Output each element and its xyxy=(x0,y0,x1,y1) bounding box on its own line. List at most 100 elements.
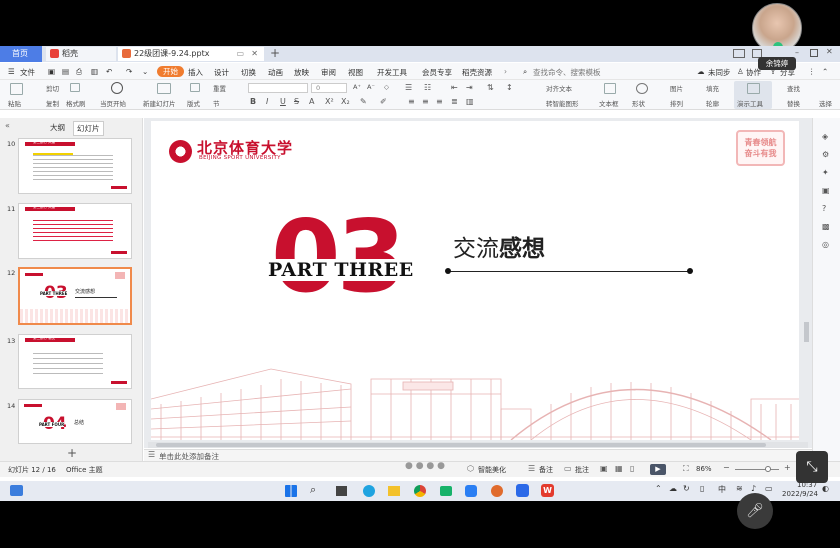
clear-format-icon[interactable]: ◇ xyxy=(384,83,389,91)
search-taskbar-icon[interactable]: ⌕ xyxy=(310,483,316,497)
format-painter-icon[interactable] xyxy=(70,83,80,92)
smartart-button[interactable]: 转智能图形 xyxy=(546,98,579,108)
superscript-icon[interactable]: X² xyxy=(325,97,334,106)
add-slide-button[interactable]: + xyxy=(67,446,77,460)
slide-thumbnail-13[interactable]: 第二部分·感受 xyxy=(18,334,132,389)
comments-button[interactable]: 批注 xyxy=(575,465,589,475)
menu-start[interactable]: 开始 xyxy=(157,66,184,77)
clock-date[interactable]: 2022/9/24 xyxy=(782,490,818,498)
menu-insert[interactable]: 插入 xyxy=(188,67,203,78)
play-slideshow-button[interactable]: ▶ xyxy=(650,464,666,475)
undo-icon[interactable]: ↶ xyxy=(106,67,112,76)
image-button[interactable]: 图片 xyxy=(670,83,683,93)
preview-icon[interactable]: ▥ xyxy=(91,67,98,76)
columns-icon[interactable]: ▥ xyxy=(466,97,474,106)
increase-indent-icon[interactable]: ⇥ xyxy=(466,83,473,92)
format-painter-button[interactable]: 格式刷 xyxy=(66,98,86,108)
italic-icon[interactable]: I xyxy=(266,97,268,106)
outline-button[interactable]: 轮廓 xyxy=(706,98,719,108)
reading-view-icon[interactable]: ▯ xyxy=(630,464,634,473)
vertical-scrollbar[interactable] xyxy=(804,122,810,440)
reset-button[interactable]: 重置 xyxy=(213,83,226,93)
pane-style-icon[interactable]: ◈ xyxy=(822,132,828,141)
text-box-icon[interactable] xyxy=(604,83,616,94)
lark-icon[interactable] xyxy=(465,485,477,497)
menu-transition[interactable]: 切换 xyxy=(241,67,256,78)
sync-status[interactable]: 未同步 xyxy=(708,67,731,78)
pane-location-icon[interactable]: ◎ xyxy=(822,240,829,249)
volume-icon[interactable]: ♪ xyxy=(751,484,756,493)
file-explorer-icon[interactable] xyxy=(388,486,400,496)
pane-image-icon[interactable]: ▩ xyxy=(822,222,830,231)
menu-member[interactable]: 会员专享 xyxy=(422,67,452,78)
presenter-tools-icon[interactable] xyxy=(747,83,760,94)
ime-language[interactable]: 中 xyxy=(718,484,726,495)
numbering-icon[interactable]: ☷ xyxy=(424,83,431,92)
menu-developer[interactable]: 开发工具 xyxy=(377,67,407,78)
pane-settings-icon[interactable]: ⚙ xyxy=(822,150,829,159)
more-options-icon[interactable]: ⋮ xyxy=(808,67,816,76)
select-button[interactable]: 选择 xyxy=(819,98,832,108)
tab-monitor-icon[interactable]: ▭ xyxy=(236,47,244,61)
horizontal-scrollbar[interactable] xyxy=(148,442,808,448)
menu-design[interactable]: 设计 xyxy=(214,67,229,78)
replace-button[interactable]: 替换 xyxy=(787,98,800,108)
new-slide-button[interactable]: 新建幻灯片 xyxy=(143,98,176,108)
cut-button[interactable]: 剪切 xyxy=(46,83,59,93)
horizontal-scroll-thumb[interactable] xyxy=(156,443,766,447)
play-icon[interactable] xyxy=(111,82,123,94)
redo-icon[interactable]: ↷ xyxy=(126,67,132,76)
layout-button[interactable]: 版式 xyxy=(187,98,200,108)
presenter-tools-button[interactable]: 演示工具 xyxy=(737,98,763,108)
underline-icon[interactable]: U xyxy=(280,97,286,106)
fill-button[interactable]: 填充 xyxy=(706,83,719,93)
restore-icon[interactable] xyxy=(810,49,818,57)
close-tab-icon[interactable]: ✕ xyxy=(251,47,258,61)
tab-outline[interactable]: 大纲 xyxy=(50,122,65,133)
new-tab-button[interactable]: + xyxy=(270,46,280,60)
zoom-level[interactable]: 86% xyxy=(696,465,712,473)
menu-hamburger-icon[interactable]: ☰ xyxy=(8,67,15,76)
tray-network-icon[interactable]: ▯ xyxy=(700,484,704,493)
desktop-widget-icon[interactable] xyxy=(10,485,23,496)
menu-docer-resources[interactable]: 稻壳资源 xyxy=(462,67,492,78)
find-button[interactable]: 查找 xyxy=(787,83,800,93)
fit-window-icon[interactable]: ⛶ xyxy=(683,464,689,474)
paste-icon[interactable] xyxy=(10,83,23,95)
text-direction-icon[interactable]: ⇅ xyxy=(487,83,494,92)
shape-button[interactable]: 形状 xyxy=(632,98,645,108)
font-shrink-icon[interactable]: A⁻ xyxy=(367,83,375,91)
font-color-icon[interactable]: A xyxy=(309,97,314,106)
tab-docer[interactable]: 稻壳 xyxy=(46,47,116,61)
menu-view[interactable]: 视图 xyxy=(348,67,363,78)
text-shade-icon[interactable]: ✐ xyxy=(380,97,387,106)
justify-icon[interactable]: ≣ xyxy=(451,97,458,106)
command-search-input[interactable]: 查找命令、搜索模板 xyxy=(533,67,601,78)
battery-icon[interactable]: ▭ xyxy=(765,484,773,493)
align-right-icon[interactable]: ≡ xyxy=(436,97,443,106)
tray-expand-icon[interactable]: ⌃ xyxy=(655,484,662,493)
normal-view-icon[interactable]: ▣ xyxy=(600,464,608,473)
menu-file[interactable]: 文件 xyxy=(20,67,35,78)
copy-button[interactable]: 复制 xyxy=(46,98,59,108)
notes-toggle-button[interactable]: 备注 xyxy=(539,465,553,475)
menu-slideshow[interactable]: 放映 xyxy=(294,67,309,78)
arrange-button[interactable]: 排列 xyxy=(670,98,683,108)
screen-rotate-button[interactable]: ⤡ xyxy=(796,451,828,483)
font-grow-icon[interactable]: A⁺ xyxy=(353,83,361,91)
vertical-scroll-thumb[interactable] xyxy=(804,322,809,342)
current-slide[interactable]: 北京体育大学 BEIJING SPORT UNIVERSITY 青春领航 奋斗有… xyxy=(151,121,799,440)
align-text-button[interactable]: 对齐文本 xyxy=(546,83,572,93)
chrome-icon[interactable] xyxy=(414,485,426,497)
align-center-icon[interactable]: ≡ xyxy=(422,97,429,106)
export-icon[interactable]: ▤ xyxy=(62,67,69,76)
edge-browser-icon[interactable] xyxy=(363,485,375,497)
zoom-slider-handle[interactable] xyxy=(765,466,771,472)
collapse-panel-icon[interactable]: « xyxy=(5,121,10,130)
tray-sync-icon[interactable]: ↻ xyxy=(683,484,690,493)
start-button-icon[interactable] xyxy=(285,485,297,497)
subscript-icon[interactable]: X₂ xyxy=(341,97,350,106)
new-slide-icon[interactable] xyxy=(157,83,171,94)
notification-icon[interactable]: ◐ xyxy=(822,484,829,493)
tencent-meeting-icon[interactable] xyxy=(516,484,529,497)
